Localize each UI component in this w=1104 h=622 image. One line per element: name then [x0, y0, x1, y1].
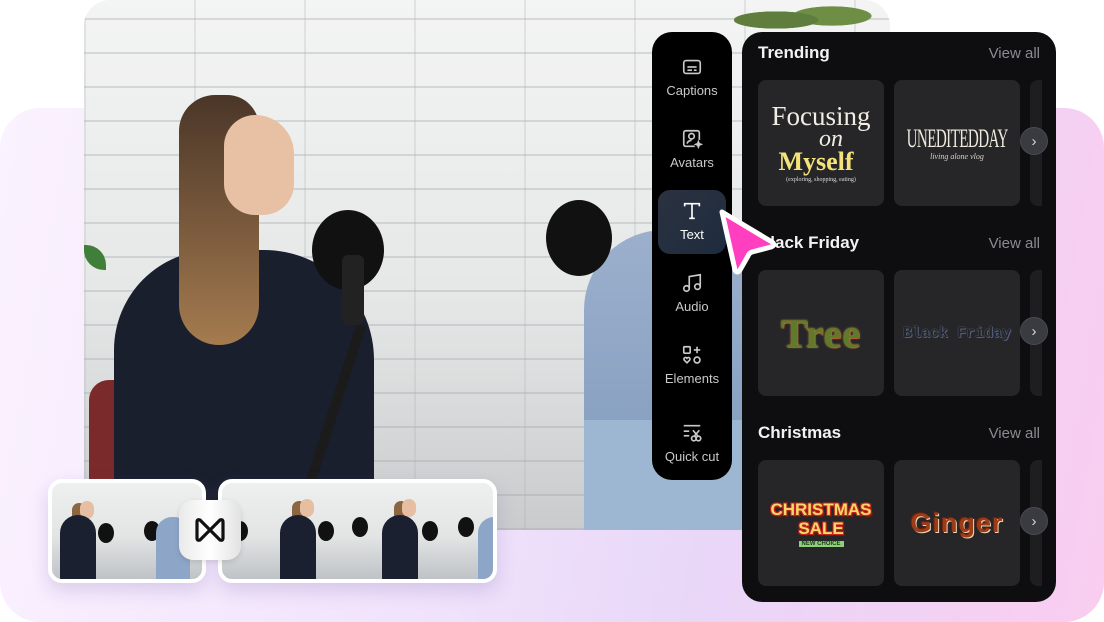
clip-figure — [422, 521, 438, 541]
section-trending: Trending View all Focusing on Myself (ex… — [758, 42, 1048, 232]
section-christmas: Christmas View all CHRISTMAS SALE NEW CH… — [758, 422, 1048, 602]
clip-figure — [300, 499, 314, 517]
music-note-icon — [682, 273, 702, 293]
clip-figure — [382, 515, 418, 579]
clip-figure — [280, 515, 316, 579]
template-text: Ginger — [910, 507, 1004, 538]
tool-avatars[interactable]: Avatars — [658, 118, 726, 182]
scroll-next-button[interactable]: › — [1020, 317, 1048, 345]
tool-label: Elements — [664, 371, 720, 386]
template-text: (exploring, shopping, eating) — [786, 177, 856, 183]
template-text: UNEDITEDDAY — [906, 123, 1008, 153]
tool-elements[interactable]: Elements — [658, 334, 726, 398]
section-black-friday: Black Friday View all Tree Black Friday … — [758, 232, 1048, 422]
host-left-face — [224, 115, 294, 215]
transition-button[interactable] — [179, 500, 241, 560]
tool-captions[interactable]: Captions — [658, 46, 726, 110]
template-card-black-friday[interactable]: Black Friday — [894, 270, 1020, 396]
clip-figure — [402, 499, 416, 517]
template-text: Myself — [778, 147, 854, 176]
template-text: NEW CHOICE — [798, 540, 844, 547]
elements-icon — [682, 345, 701, 364]
clip-figure — [98, 523, 114, 543]
template-card-christmas-sale[interactable]: CHRISTMAS SALE NEW CHOICE — [758, 460, 884, 586]
template-text: SALE — [798, 518, 844, 538]
template-text: CHRISTMAS — [770, 499, 872, 519]
avatar-icon — [682, 129, 703, 150]
video-clip-2[interactable] — [218, 479, 497, 583]
text-templates-panel: Trending View all Focusing on Myself (ex… — [742, 32, 1056, 602]
tool-label: Audio — [675, 299, 709, 314]
text-icon — [683, 202, 701, 220]
clip-figure — [458, 517, 474, 537]
tool-label: Text — [680, 227, 704, 242]
template-card-ginger[interactable]: Ginger — [894, 460, 1020, 586]
template-text: living alone vlog — [930, 151, 984, 161]
chevron-right-icon: › — [1031, 322, 1037, 340]
tool-label: Quick cut — [664, 449, 720, 464]
tool-label: Captions — [666, 83, 718, 98]
clip-figure — [352, 517, 368, 537]
scroll-next-button[interactable]: › — [1020, 507, 1048, 535]
template-card-unediteddday[interactable]: UNEDITEDDAY living alone vlog — [894, 80, 1020, 206]
view-all-link[interactable]: View all — [989, 235, 1040, 252]
transition-icon — [195, 518, 225, 542]
template-card-tree[interactable]: Tree — [758, 270, 884, 396]
template-text: on — [819, 126, 843, 152]
view-all-link[interactable]: View all — [989, 45, 1040, 62]
microphone-left-stem — [342, 255, 364, 325]
clip-figure — [318, 521, 334, 541]
chevron-right-icon: › — [1031, 512, 1037, 530]
tool-label: Avatars — [670, 155, 714, 170]
clip-figure — [60, 515, 96, 579]
chevron-right-icon: › — [1031, 132, 1037, 150]
template-text: Black Friday — [902, 324, 1012, 342]
clip-figure — [478, 517, 493, 579]
template-card-focusing-on-myself[interactable]: Focusing on Myself (exploring, shopping,… — [758, 80, 884, 206]
section-title: Trending — [758, 43, 830, 62]
section-title: Christmas — [758, 423, 842, 442]
template-text: Tree — [780, 310, 862, 356]
view-all-link[interactable]: View all — [989, 425, 1040, 442]
microphone-right — [546, 200, 612, 276]
tool-quick-cut[interactable]: Quick cut — [658, 406, 726, 482]
pointer-cursor-icon — [719, 209, 777, 275]
captions-icon — [682, 59, 702, 75]
quick-cut-icon — [683, 424, 702, 442]
scroll-next-button[interactable]: › — [1020, 127, 1048, 155]
